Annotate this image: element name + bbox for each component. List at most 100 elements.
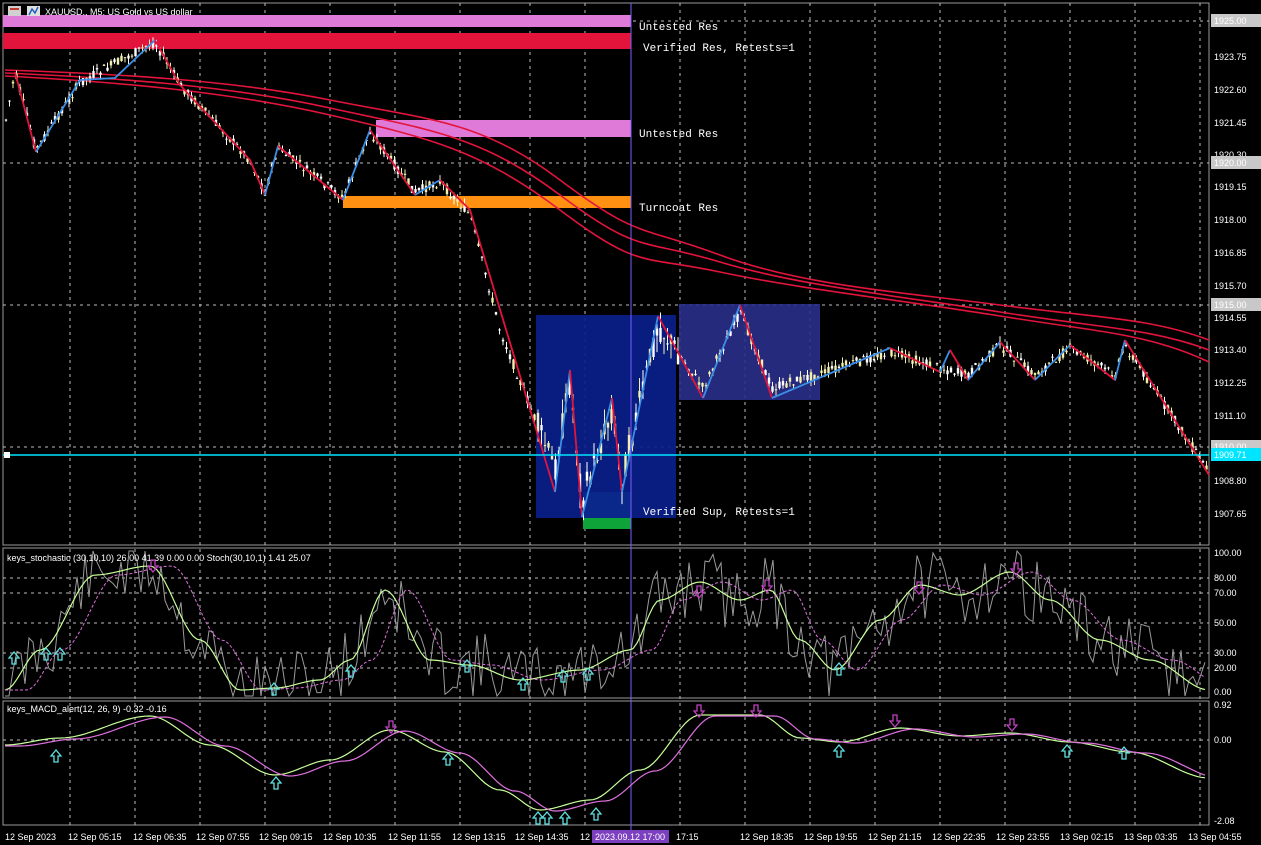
candle-body xyxy=(1023,362,1026,367)
price-label: 1925.00 xyxy=(1214,16,1247,26)
candle-body xyxy=(326,182,330,184)
price-label: 1916.85 xyxy=(1214,248,1247,258)
candle-body xyxy=(484,272,487,275)
candle-body xyxy=(113,59,116,63)
candle-body xyxy=(487,291,491,293)
candle-body xyxy=(771,386,774,392)
stochastic-title: keys_stochastic (30,10,10) 26.00 41.39 0… xyxy=(7,553,311,563)
candle-body xyxy=(494,312,498,315)
candle-body xyxy=(708,371,711,375)
candle-body xyxy=(844,360,848,366)
candle-body xyxy=(697,382,701,385)
candle-body xyxy=(809,372,813,381)
candle-body xyxy=(141,47,144,49)
candle-body xyxy=(4,119,8,121)
time-label: 12 Sep 21:15 xyxy=(868,832,922,842)
candle-body xyxy=(501,339,505,342)
candle-body xyxy=(855,357,858,361)
zone-verified-res xyxy=(3,33,631,49)
candle-body xyxy=(536,412,540,432)
candle-body xyxy=(123,57,127,59)
candle-body xyxy=(974,363,977,365)
price-label: 1909.71 xyxy=(1214,450,1247,460)
candle-body xyxy=(774,389,778,391)
candle-body xyxy=(11,81,15,84)
candle-body xyxy=(879,353,883,360)
time-label: 12 xyxy=(580,832,590,842)
candle-body xyxy=(92,71,95,78)
price-label: 1920.00 xyxy=(1214,158,1247,168)
candle-body xyxy=(956,368,960,374)
chart-type-icon[interactable] xyxy=(8,6,21,16)
time-label: 12 Sep 09:15 xyxy=(259,832,313,842)
price-label: 1923.75 xyxy=(1214,52,1247,62)
candle-body xyxy=(106,67,109,71)
price-label: 1918.00 xyxy=(1214,215,1247,225)
stoch-level-30: 30.00 xyxy=(1214,648,1237,658)
macd-pane[interactable] xyxy=(2,700,1210,826)
candle-body xyxy=(1016,356,1019,358)
candle-body xyxy=(827,366,830,374)
candle-body xyxy=(512,359,515,370)
candle-body xyxy=(1103,367,1107,370)
candle-body xyxy=(414,189,417,193)
candle-body xyxy=(981,358,984,361)
candle-body xyxy=(1128,356,1131,358)
candle-body xyxy=(116,58,120,65)
time-label: 13 Sep 04:55 xyxy=(1188,832,1242,842)
candle-body xyxy=(1149,385,1152,387)
macd-axis[interactable]: 0.92 0.00 -2.08 xyxy=(1214,700,1235,826)
macd-level-zero: 0.00 xyxy=(1214,735,1232,745)
candle-body xyxy=(655,328,659,336)
price-label: 1911.10 xyxy=(1214,411,1246,421)
stoch-level-20: 20.00 xyxy=(1214,663,1237,673)
candle-body xyxy=(1019,358,1023,361)
candle-body xyxy=(508,354,512,360)
zone-label-3: Untested Res xyxy=(639,129,718,141)
candle-body xyxy=(8,100,11,102)
current-price-handle[interactable] xyxy=(4,452,10,458)
candle-body xyxy=(1037,371,1040,375)
candle-body xyxy=(403,173,407,176)
candle-body xyxy=(137,47,141,49)
time-label: 12 Sep 2023 xyxy=(5,832,56,842)
candle-body xyxy=(585,471,589,481)
candle-body xyxy=(767,377,771,384)
time-label: 12 Sep 23:55 xyxy=(996,832,1050,842)
time-label: 17:15 xyxy=(676,832,699,842)
chart-title: XAUUSD., M5: US Gold vs US dollar xyxy=(45,7,193,17)
price-label: 1921.45 xyxy=(1214,118,1247,128)
candle-body xyxy=(449,196,452,199)
candle-body xyxy=(50,122,53,124)
candle-body xyxy=(1047,362,1051,364)
candle-body xyxy=(795,376,799,382)
macd-level-top: 0.92 xyxy=(1214,700,1232,710)
chart-title-bar: XAUUSD., M5: US Gold vs US dollar xyxy=(8,6,193,17)
candle-body xyxy=(302,170,305,172)
stoch-level-80: 80.00 xyxy=(1214,573,1237,583)
price-label: 1919.15 xyxy=(1214,182,1247,192)
price-label: 1915.70 xyxy=(1214,281,1247,291)
session-box-1 xyxy=(536,315,676,518)
candle-body xyxy=(284,155,288,157)
candle-body xyxy=(127,55,130,59)
candle-body xyxy=(120,55,123,62)
time-label: 12 Sep 19:55 xyxy=(804,832,858,842)
candle-body xyxy=(788,377,792,382)
candle-body xyxy=(802,375,806,377)
candle-body xyxy=(872,358,876,361)
price-label: 1907.65 xyxy=(1214,509,1247,519)
time-label: 12 Sep 06:35 xyxy=(133,832,187,842)
zone-label-1: Untested Res xyxy=(639,22,718,34)
candle-body xyxy=(1124,344,1128,346)
time-label: 12 Sep 14:35 xyxy=(515,832,569,842)
macd-title: keys_MACD_alert(12, 26, 9) -0.32 -0.16 xyxy=(7,704,167,714)
candle-body xyxy=(911,360,914,364)
candle-body xyxy=(1096,363,1100,365)
candle-body xyxy=(1030,370,1033,375)
stochastic-axis[interactable]: 100.00 80.00 70.00 50.00 30.00 20.00 0.0… xyxy=(1214,548,1242,697)
price-axis[interactable]: 1925.001923.751922.601921.451920.301920.… xyxy=(1211,14,1261,519)
macd-level-bottom: -2.08 xyxy=(1214,816,1235,826)
chart-icon-inner xyxy=(10,8,19,10)
trading-chart[interactable]: Untested Res Verified Res, Retests=1 Unt… xyxy=(0,0,1261,845)
